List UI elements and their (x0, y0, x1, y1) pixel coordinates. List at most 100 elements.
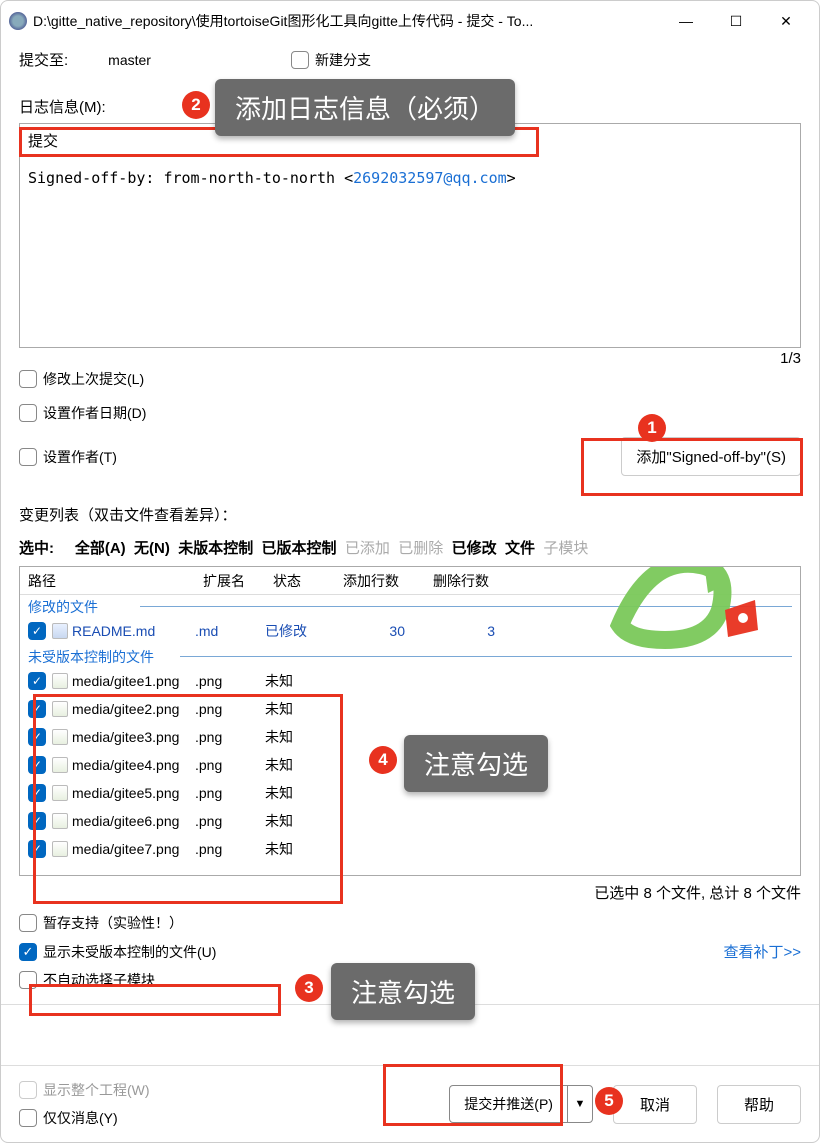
file-path: media/gitee1.png (72, 673, 179, 689)
annotation-text-4: 注意勾选 (404, 735, 548, 792)
new-branch-label: 新建分支 (315, 50, 371, 70)
signed-off-email[interactable]: 2692032597@qq.com (353, 169, 507, 187)
file-checkbox[interactable] (28, 840, 46, 858)
set-author-checkbox[interactable] (19, 448, 37, 466)
tortoisegit-logo (610, 566, 770, 665)
commit-to-label: 提交至: (19, 49, 68, 70)
col-path[interactable]: 路径 (20, 567, 195, 595)
file-path: README.md (72, 623, 155, 639)
file-add-lines: 30 (335, 623, 425, 639)
filter-deleted: 已删除 (398, 540, 443, 557)
file-path: media/gitee5.png (72, 785, 179, 801)
show-unversioned-checkbox[interactable] (19, 943, 37, 961)
commit-message-textarea[interactable]: 提交 Signed-off-by: from-north-to-north <2… (19, 123, 801, 348)
amend-label: 修改上次提交(L) (43, 369, 144, 389)
col-status[interactable]: 状态 (265, 567, 335, 595)
file-status: 未知 (265, 727, 335, 747)
file-row[interactable]: media/gitee6.png.png未知 (20, 807, 800, 835)
annotation-badge-5: 5 (595, 1087, 623, 1115)
app-icon (9, 12, 27, 30)
annotation-text-3: 注意勾选 (331, 963, 475, 1020)
view-patch-link[interactable]: 查看补丁>> (723, 941, 801, 962)
file-checkbox[interactable] (28, 700, 46, 718)
changes-label: 变更列表（双击文件查看差异）： (19, 504, 801, 525)
file-path: media/gitee6.png (72, 813, 179, 829)
filter-submodules: 子模块 (543, 540, 588, 557)
file-status: 未知 (265, 699, 335, 719)
window-title: D:\gitte_native_repository\使用tortoiseGit… (33, 11, 661, 31)
file-ext: .png (195, 785, 265, 801)
file-icon (52, 701, 68, 717)
filter-all[interactable]: 全部(A) (75, 540, 126, 557)
annotation-badge-3: 3 (295, 974, 323, 1002)
new-branch-checkbox[interactable] (291, 51, 309, 69)
maximize-button[interactable]: ☐ (711, 3, 761, 39)
set-author-label: 设置作者(T) (43, 447, 117, 467)
message-only-checkbox[interactable] (19, 1109, 37, 1127)
set-author-date-checkbox[interactable] (19, 404, 37, 422)
file-icon (52, 757, 68, 773)
file-list[interactable]: 路径 扩展名 状态 添加行数 删除行数 修改的文件 README.md.md已修… (19, 566, 801, 876)
filter-modified[interactable]: 已修改 (452, 540, 497, 557)
col-add-lines[interactable]: 添加行数 (335, 567, 425, 595)
commit-message-line2: Signed-off-by: from-north-to-north <2692… (28, 169, 792, 187)
annotation-badge-2: 2 (182, 91, 210, 119)
cancel-button[interactable]: 取消 (613, 1085, 697, 1124)
minimize-button[interactable]: — (661, 3, 711, 39)
show-whole-project-label: 显示整个工程(W) (43, 1080, 150, 1100)
file-ext: .png (195, 729, 265, 745)
no-auto-submodule-label: 不自动选择子模块 (43, 970, 155, 990)
filter-row: 选中: 全部(A) 无(N) 未版本控制 已版本控制 已添加 已删除 已修改 文… (19, 537, 801, 558)
file-ext: .png (195, 841, 265, 857)
log-message-label: 日志信息(M): (19, 99, 106, 116)
file-row[interactable]: media/gitee7.png.png未知 (20, 835, 800, 863)
file-path: media/gitee3.png (72, 729, 179, 745)
file-ext: .md (195, 623, 265, 639)
file-row[interactable]: media/gitee2.png.png未知 (20, 695, 800, 723)
filter-versioned[interactable]: 已版本控制 (262, 540, 337, 557)
col-del-lines[interactable]: 删除行数 (425, 567, 515, 595)
line-counter: 1/3 (19, 350, 801, 367)
file-icon (52, 841, 68, 857)
file-checkbox[interactable] (28, 672, 46, 690)
commit-dropdown-icon[interactable]: ▼ (568, 1086, 592, 1122)
stash-label: 暂存支持（实验性！） (43, 913, 183, 933)
file-status: 未知 (265, 755, 335, 775)
file-ext: .png (195, 701, 265, 717)
help-button[interactable]: 帮助 (717, 1085, 801, 1124)
file-ext: .png (195, 673, 265, 689)
annotation-badge-4: 4 (369, 746, 397, 774)
file-checkbox[interactable] (28, 728, 46, 746)
file-del-lines: 3 (425, 623, 515, 639)
file-status: 已修改 (265, 621, 335, 641)
no-auto-submodule-checkbox[interactable] (19, 971, 37, 989)
stash-checkbox[interactable] (19, 914, 37, 932)
show-whole-project-checkbox (19, 1081, 37, 1099)
show-unversioned-label: 显示未受版本控制的文件(U) (43, 942, 216, 962)
file-icon (52, 813, 68, 829)
file-row[interactable]: media/gitee1.png .png未知 (20, 667, 800, 695)
close-button[interactable]: ✕ (761, 3, 811, 39)
file-checkbox[interactable] (28, 812, 46, 830)
file-checkbox[interactable] (28, 756, 46, 774)
message-only-label: 仅仅消息(Y) (43, 1108, 118, 1128)
file-checkbox[interactable] (28, 784, 46, 802)
file-icon (52, 729, 68, 745)
filter-files[interactable]: 文件 (505, 540, 535, 557)
filter-added: 已添加 (345, 540, 390, 557)
add-signed-off-button[interactable]: 添加"Signed-off-by"(S) (621, 437, 801, 476)
commit-push-button[interactable]: 提交并推送(P) ▼ (449, 1085, 593, 1123)
file-checkbox[interactable] (28, 622, 46, 640)
file-status: 未知 (265, 671, 335, 691)
file-status: 未知 (265, 783, 335, 803)
annotation-text-2: 添加日志信息（必须） (215, 79, 515, 136)
file-ext: .png (195, 757, 265, 773)
filter-none[interactable]: 无(N) (134, 540, 170, 557)
file-icon (52, 673, 68, 689)
annotation-badge-1: 1 (638, 414, 666, 442)
file-icon (52, 785, 68, 801)
filter-unversioned[interactable]: 未版本控制 (178, 540, 253, 557)
col-ext[interactable]: 扩展名 (195, 567, 265, 595)
file-path: media/gitee7.png (72, 841, 179, 857)
amend-checkbox[interactable] (19, 370, 37, 388)
